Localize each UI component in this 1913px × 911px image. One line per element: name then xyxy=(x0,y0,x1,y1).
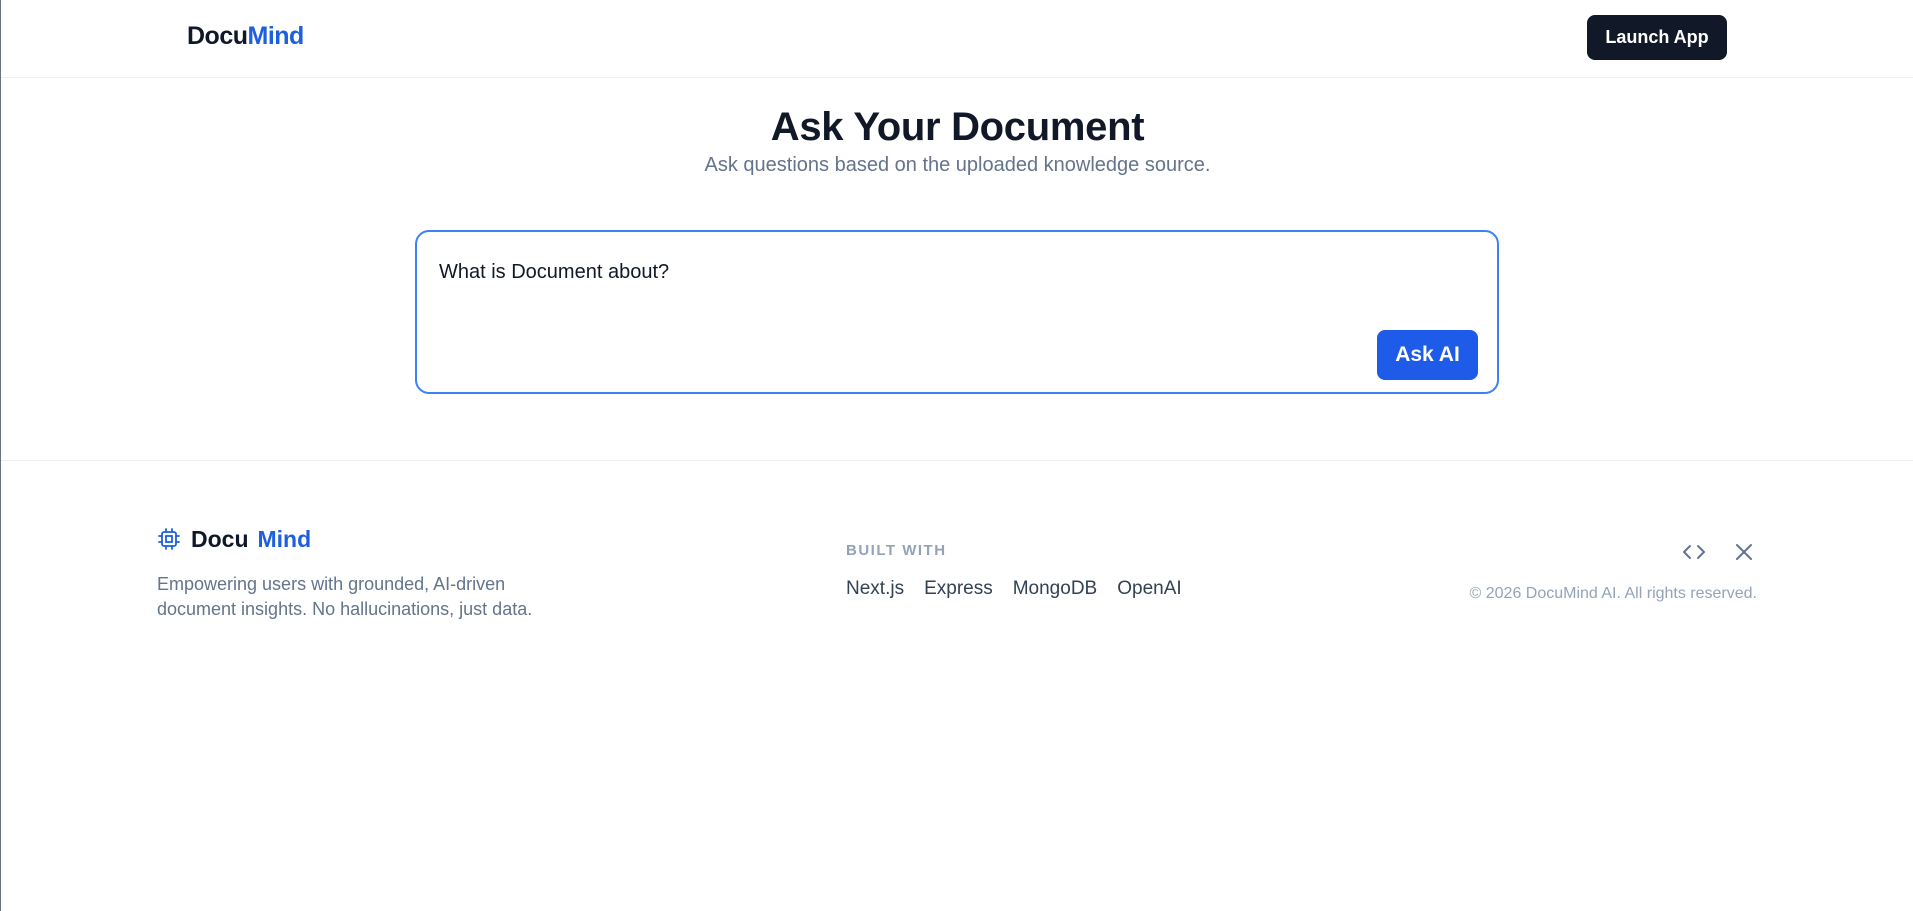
footer-divider xyxy=(1,460,1913,461)
tech-item-express[interactable]: Express xyxy=(924,578,993,600)
launch-app-button[interactable]: Launch App xyxy=(1587,15,1727,60)
footer-brand: Docu Mind xyxy=(157,524,311,554)
page-subtitle: Ask questions based on the uploaded know… xyxy=(704,154,1211,176)
brand-name-part2: Mind xyxy=(247,22,305,50)
code-icon[interactable] xyxy=(1681,540,1707,564)
brand-name-part1: Docu xyxy=(187,22,248,50)
footer-brand-part1: Docu xyxy=(191,525,249,552)
built-with-heading: BUILT WITH xyxy=(846,542,947,559)
ask-ai-button[interactable]: Ask AI xyxy=(1377,330,1478,380)
question-input[interactable] xyxy=(439,256,1439,288)
question-box: Ask AI xyxy=(415,230,1499,394)
x-icon[interactable] xyxy=(1731,540,1757,564)
tech-list: Next.js Express MongoDB OpenAI xyxy=(846,578,1182,600)
top-nav: DocuMind Launch App xyxy=(1,0,1913,78)
page-title: Ask Your Document xyxy=(770,105,1145,149)
footer-social-icons xyxy=(1681,540,1757,564)
brand-logo[interactable]: DocuMind xyxy=(187,22,304,51)
footer-brand-part2: Mind xyxy=(257,525,312,552)
footer-description: Empowering users with grounded, AI-drive… xyxy=(157,574,533,619)
copyright-text: © 2026 DocuMind AI. All rights reserved. xyxy=(1469,585,1757,602)
chip-icon xyxy=(157,527,181,551)
tech-item-mongodb[interactable]: MongoDB xyxy=(1013,578,1098,600)
tech-item-openai[interactable]: OpenAI xyxy=(1117,578,1181,600)
tech-item-nextjs[interactable]: Next.js xyxy=(846,578,904,600)
